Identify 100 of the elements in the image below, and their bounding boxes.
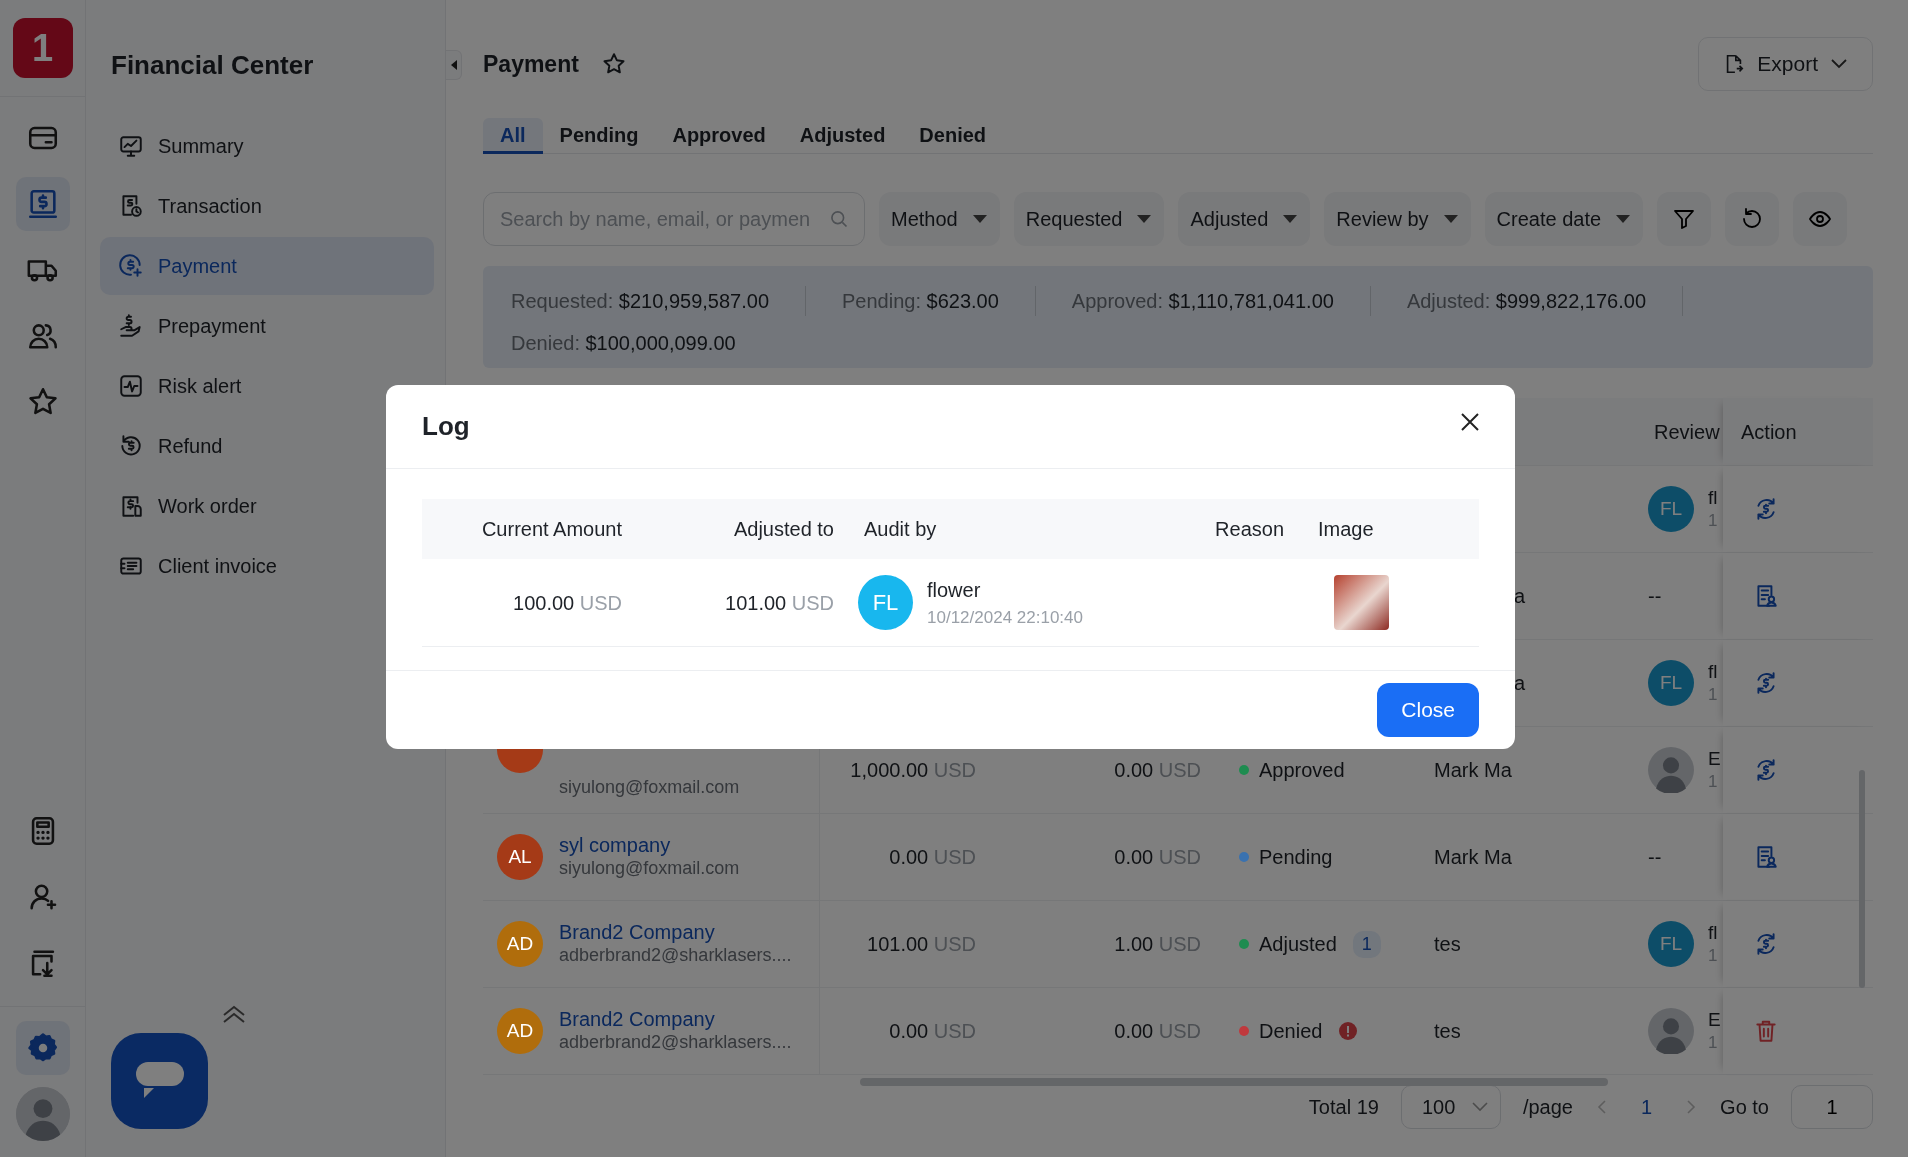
horizontal-scrollbar[interactable]: [860, 1078, 1608, 1086]
page-input[interactable]: 1: [1791, 1085, 1873, 1129]
reviewer-name: Mark Ma: [1434, 759, 1512, 781]
audit-time: 10/12/2024 22:10:40: [927, 606, 1083, 629]
pulse-icon: [118, 373, 144, 399]
settings-button[interactable]: [15, 1021, 70, 1075]
reviewer-name: E: [1708, 746, 1721, 771]
sidebar-item[interactable]: Work order: [100, 477, 434, 535]
sidebar-item[interactable]: Prepayment: [100, 297, 434, 355]
delete-button[interactable]: [1753, 1018, 1779, 1044]
dollar-circle-icon: [118, 253, 144, 279]
company-link[interactable]: Brand2 Company: [559, 1007, 792, 1032]
tab[interactable]: Approved: [655, 118, 783, 154]
auditor-name: flower: [927, 577, 982, 603]
filter-dropdown[interactable]: Requested: [1013, 192, 1165, 246]
empty-value: --: [1648, 584, 1662, 609]
filter-dropdown[interactable]: Create date: [1484, 192, 1644, 246]
close-button[interactable]: Close: [1377, 683, 1479, 737]
hand-dollar-icon: [118, 313, 144, 339]
avatar: AL: [497, 834, 543, 880]
company-link[interactable]: syl company: [559, 833, 740, 858]
tab[interactable]: All: [483, 118, 543, 154]
app-logo[interactable]: 1: [12, 18, 73, 78]
column-header: Current Amount: [481, 518, 622, 540]
sidebar-item[interactable]: Summary: [100, 117, 434, 175]
trash-icon: [1753, 1018, 1779, 1044]
filter-dropdown[interactable]: Adjusted: [1178, 192, 1311, 246]
column-header: Adjusted to: [733, 518, 834, 540]
per-page-label: /page: [1522, 1095, 1573, 1120]
image-thumbnail[interactable]: [1334, 575, 1389, 630]
avatar: FL: [1648, 921, 1694, 967]
status-text: Pending: [1259, 845, 1333, 870]
double-chevron-up-icon: [221, 1004, 247, 1024]
email-text: siyulong@foxmail.com: [559, 857, 740, 881]
avatar: AD: [497, 1008, 543, 1054]
visibility-button[interactable]: [1793, 192, 1848, 246]
sidebar-item[interactable]: Client invoice: [100, 537, 434, 595]
caret-icon: [1442, 214, 1459, 224]
search-icon: [829, 209, 849, 229]
close-icon: [1459, 410, 1481, 433]
avatar: FL: [1648, 486, 1694, 532]
avatar-silhouette: [1648, 747, 1694, 793]
export-button[interactable]: Export: [1698, 37, 1873, 91]
reviewer-name: E: [1708, 1007, 1721, 1032]
total-count: Total 19: [1308, 1095, 1379, 1120]
column-header: Review: [1654, 420, 1720, 443]
column-header: Image: [1318, 518, 1374, 540]
reset-button[interactable]: [1725, 192, 1780, 246]
vertical-scrollbar[interactable]: [1859, 770, 1865, 988]
caret-icon: [1282, 214, 1299, 224]
summary-stat: Adjusted: $999,822,176.00: [1406, 286, 1683, 316]
avatar: FL: [1648, 660, 1694, 706]
page-size-select[interactable]: 100: [1400, 1085, 1501, 1129]
count-badge: 1: [1352, 930, 1381, 958]
funnel-icon: [1672, 207, 1697, 231]
chart-icon: [118, 133, 144, 159]
triangle-left-icon: [449, 59, 458, 71]
refund-icon: [118, 433, 144, 459]
reviewer-name: fl: [1708, 485, 1718, 510]
tab[interactable]: Denied: [902, 118, 1004, 154]
auditor-avatar: FL: [858, 575, 913, 630]
company-link[interactable]: Brand2 Company: [559, 920, 792, 945]
column-header: Action: [1741, 419, 1797, 445]
reviewer-name: fl: [1708, 920, 1718, 945]
page-number[interactable]: 1: [1630, 1092, 1663, 1122]
status-text: Approved: [1259, 758, 1345, 783]
column-header: Audit by: [864, 518, 937, 540]
sidebar-title: Financial Center: [110, 49, 315, 82]
chat-button[interactable]: [111, 1033, 208, 1129]
status-text: Denied: [1259, 1019, 1323, 1044]
reviewer-name: tes: [1434, 933, 1461, 955]
status-text: Adjusted: [1259, 932, 1337, 957]
summary-stat: Requested: $210,959,587.00: [511, 286, 806, 316]
caret-icon: [1615, 214, 1632, 224]
column-header: Reason: [1215, 518, 1284, 540]
amount-text: 101.00 USD: [725, 591, 834, 614]
avatar: AD: [497, 921, 543, 967]
go-to-label: Go to: [1720, 1095, 1769, 1120]
close-button[interactable]: [1459, 410, 1481, 433]
caret-icon: [1136, 214, 1153, 224]
summary-stat: Approved: $1,110,781,041.00: [1071, 286, 1371, 316]
reviewer-name: tes: [1434, 1020, 1461, 1042]
sidebar-item[interactable]: Transaction: [100, 177, 434, 235]
summary-stat: Denied: $100,000,099.00: [511, 331, 737, 356]
avatar-silhouette: [1648, 1008, 1694, 1054]
filter-dropdown[interactable]: Review by: [1324, 192, 1471, 246]
filter-button[interactable]: [1657, 192, 1712, 246]
filter-dropdown[interactable]: Method: [879, 192, 1000, 246]
email-text: siyulong@foxmail.com: [559, 775, 740, 799]
chevron-down-icon: [1471, 1102, 1488, 1112]
reviewer-name: a: [1514, 585, 1526, 607]
collapse-toggle[interactable]: [446, 50, 462, 80]
tab[interactable]: Adjusted: [782, 118, 903, 154]
sidebar-item[interactable]: Payment: [100, 237, 434, 295]
nav-button[interactable]: [15, 177, 70, 231]
caret-icon: [971, 214, 988, 224]
email-text: adberbrand2@sharklasers....: [559, 1031, 792, 1055]
tab[interactable]: Pending: [542, 118, 656, 154]
reviewer-name: Mark Ma: [1434, 846, 1512, 868]
reviewer-name: fl: [1708, 659, 1718, 684]
